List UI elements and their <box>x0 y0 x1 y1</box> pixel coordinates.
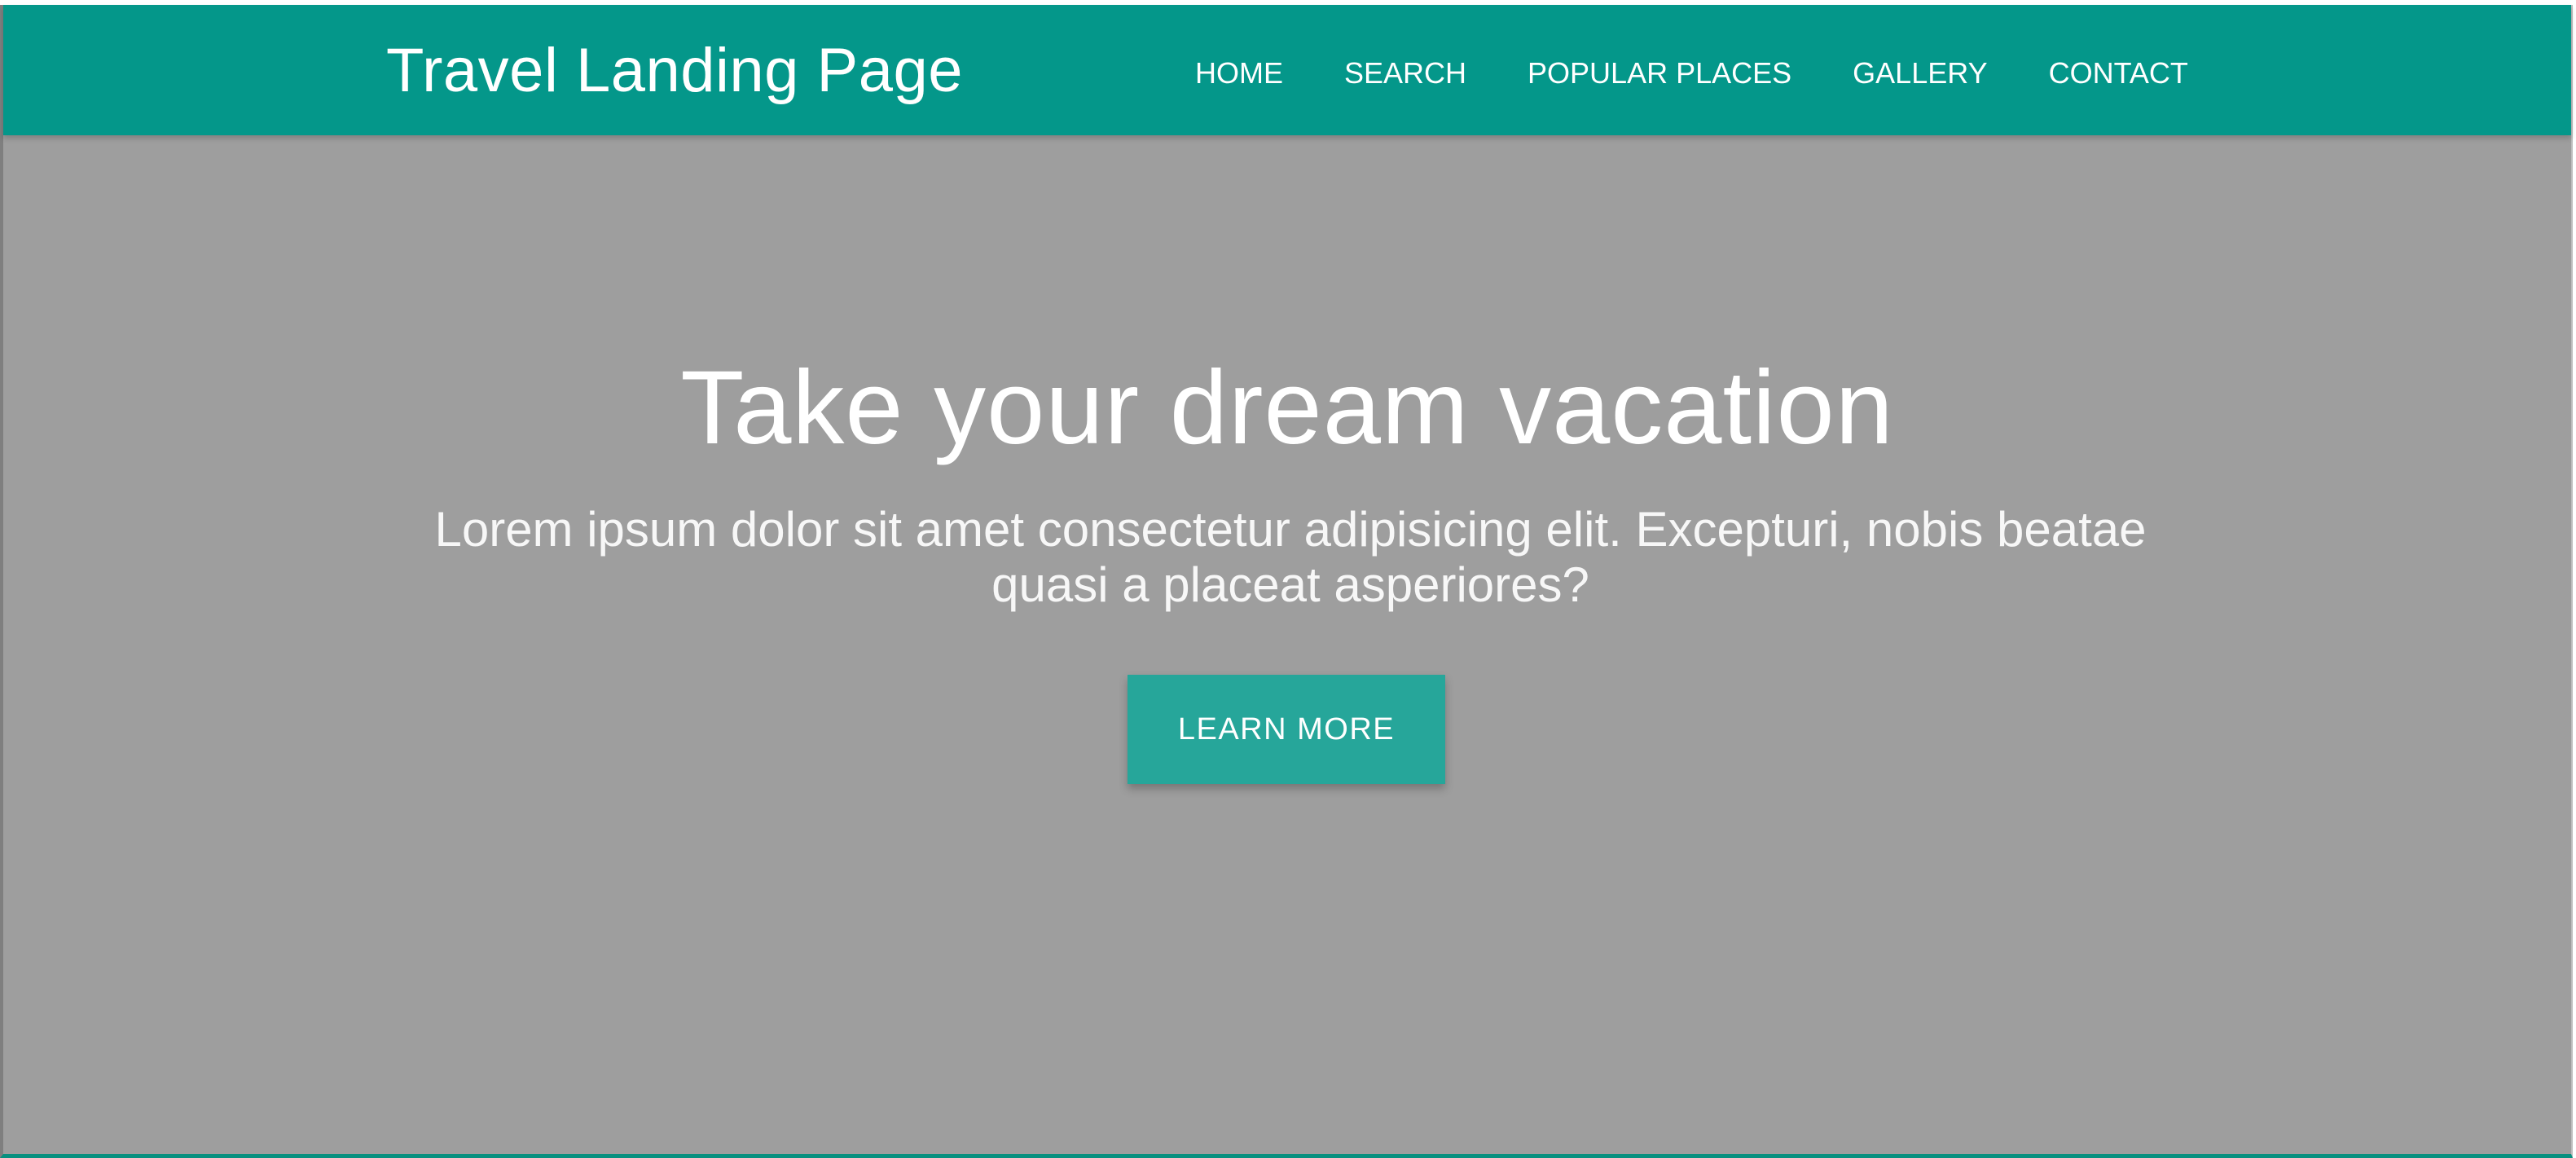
nav-link-popular-places[interactable]: POPULAR PLACES <box>1528 53 1791 94</box>
nav-links: HOME SEARCH POPULAR PLACES GALLERY CONTA… <box>1195 53 2249 94</box>
learn-more-button[interactable]: LEARN MORE <box>1128 675 1445 784</box>
page-frame: Travel Landing Page HOME SEARCH POPULAR … <box>0 5 2573 1158</box>
nav-link-home[interactable]: HOME <box>1195 53 1283 94</box>
nav-link-search[interactable]: SEARCH <box>1344 53 1466 94</box>
top-navbar: Travel Landing Page HOME SEARCH POPULAR … <box>3 5 2571 135</box>
hero-description: Lorem ipsum dolor sit amet consectetur a… <box>434 502 2147 612</box>
hero-title: Take your dream vacation <box>680 350 1894 466</box>
nav-link-contact[interactable]: CONTACT <box>2049 53 2188 94</box>
brand-logo[interactable]: Travel Landing Page <box>386 34 963 108</box>
hero-section: Take your dream vacation Lorem ipsum dol… <box>3 135 2571 1154</box>
nav-link-gallery[interactable]: GALLERY <box>1853 53 1987 94</box>
